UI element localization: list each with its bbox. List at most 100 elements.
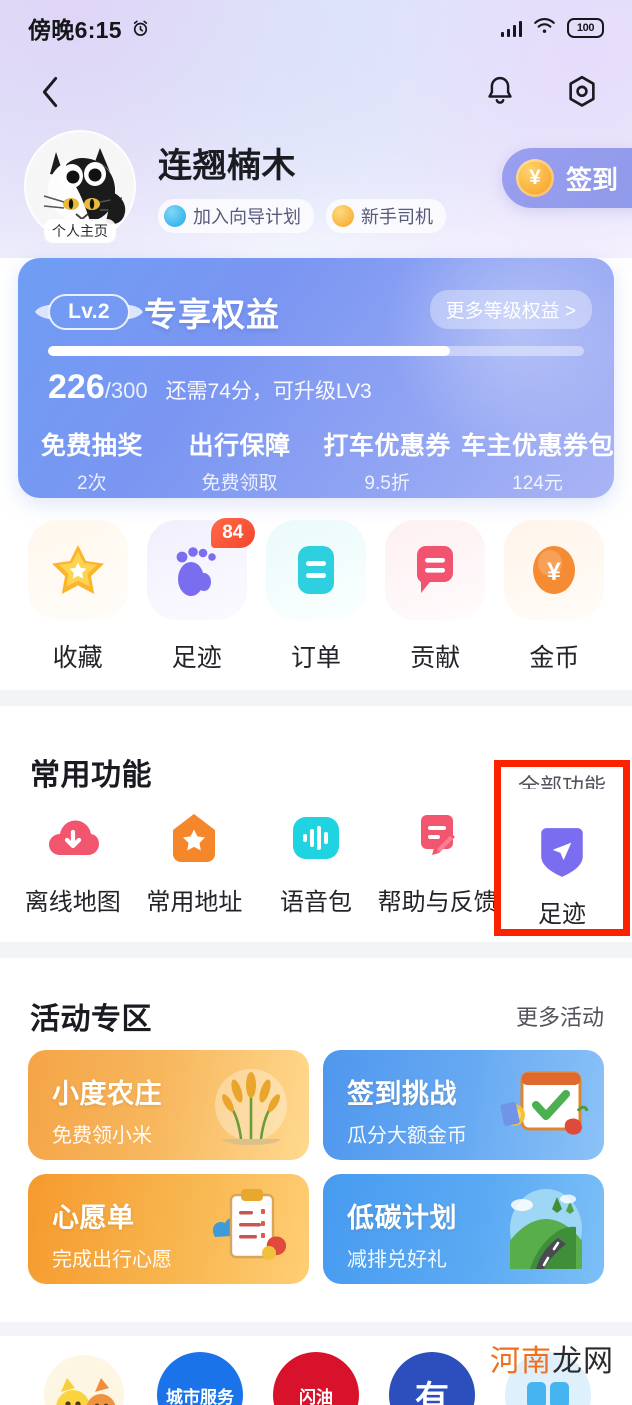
annotation-partial-text: 全部功能 xyxy=(517,774,606,789)
quick-action-orders[interactable]: 订单 xyxy=(256,520,375,674)
badge-label: 新手司机 xyxy=(361,207,433,227)
level-card-title: 专享权益 xyxy=(144,296,280,333)
status-bar-right: 100 xyxy=(500,17,604,40)
cellular-signal-icon xyxy=(500,20,522,37)
activity-header: 活动专区 更多活动 xyxy=(30,994,604,1038)
contribution-bubble-icon xyxy=(385,520,486,620)
benefits-row: 免费抽奖 2次 出行保障 免费领取 打车优惠券 9.5折 车主优惠券包 124元 xyxy=(18,426,614,495)
profile-badges: 加入向导计划 新手司机 xyxy=(158,199,446,233)
navigation-arrow-icon xyxy=(534,825,590,880)
more-level-benefits-link[interactable]: 更多等级权益 > xyxy=(429,290,592,329)
navigation-bar xyxy=(0,56,632,128)
clipboard-icon xyxy=(197,1181,301,1277)
quick-actions-row: 收藏 84 足迹 订单 贡献 ¥ 金币 xyxy=(0,518,632,680)
quick-action-favorites[interactable]: 收藏 xyxy=(18,520,137,674)
bottom-service-you[interactable]: 有 xyxy=(374,1352,490,1405)
activity-card-wishlist[interactable]: 心愿单 完成出行心愿 xyxy=(28,1174,309,1284)
battery-icon: 100 xyxy=(567,18,604,38)
wing-left-icon xyxy=(34,302,52,322)
quick-action-coins[interactable]: ¥ 金币 xyxy=(495,520,614,674)
profile-info: 连翘楠木 加入向导计划 新手司机 xyxy=(158,130,446,233)
level-benefits-card[interactable]: Lv.2 专享权益 更多等级权益 > 226/300 还需74分，可升级LV3 … xyxy=(18,258,614,498)
points-note: 还需74分，可升级LV3 xyxy=(165,380,372,403)
city-service-icon: 城市服务 xyxy=(157,1352,243,1405)
benefit-sub: 9.5折 xyxy=(364,473,410,494)
badge-label: 加入向导计划 xyxy=(193,207,301,227)
quick-action-contribution[interactable]: 贡献 xyxy=(376,520,495,674)
footprint-icon: 84 xyxy=(146,518,255,620)
wing-right-icon xyxy=(126,302,144,322)
activity-card-lowcarbon[interactable]: 低碳计划 减排兑好礼 xyxy=(323,1174,604,1284)
order-document-icon xyxy=(266,520,366,620)
badge-guide-plan[interactable]: 加入向导计划 xyxy=(158,199,314,233)
bottom-service-fuel[interactable]: 闪油 xyxy=(258,1352,374,1405)
status-time: 傍晚6:15 xyxy=(28,17,122,43)
activity-card-checkin[interactable]: 签到挑战 瓜分大额金币 xyxy=(323,1050,604,1160)
quick-action-label: 收藏 xyxy=(52,644,103,672)
section-divider xyxy=(0,690,632,706)
back-button[interactable] xyxy=(30,72,70,112)
watermark-dark: 龙网 xyxy=(552,1345,614,1378)
fuel-icon: 闪油 xyxy=(273,1352,359,1405)
benefit-item[interactable]: 打车优惠券 9.5折 xyxy=(313,426,461,495)
nav-actions xyxy=(480,72,602,112)
benefit-title: 免费抽奖 xyxy=(40,432,143,460)
star-icon xyxy=(27,520,128,620)
benefit-title: 车主优惠券包 xyxy=(460,432,614,460)
footprint-count-badge: 84 xyxy=(210,518,255,548)
quick-action-footprints[interactable]: 84 足迹 xyxy=(137,518,256,674)
you-label: 有 xyxy=(415,1379,449,1405)
bottom-service-cats[interactable] xyxy=(26,1352,142,1405)
section-divider xyxy=(0,1322,632,1336)
coin-yen-icon: ¥ xyxy=(515,159,554,197)
activity-card-farm[interactable]: 小度农庄 免费领小米 xyxy=(28,1050,309,1160)
level-card-header: Lv.2 专享权益 xyxy=(35,288,280,336)
green-road-icon xyxy=(492,1181,596,1277)
level-progress-bar xyxy=(48,346,584,356)
section-title: 活动专区 xyxy=(30,1003,152,1036)
cat-duo-icon xyxy=(41,1352,127,1405)
benefit-sub: 124元 xyxy=(512,473,563,494)
level-badge: Lv.2 xyxy=(35,294,143,330)
benefit-item[interactable]: 车主优惠券包 124元 xyxy=(461,426,614,495)
benefit-item[interactable]: 免费抽奖 2次 xyxy=(18,426,166,495)
bottom-service-city[interactable]: 城市服务 xyxy=(142,1352,258,1405)
app-screen: 傍晚6:15 100 个人主页 连翘楠木 加入向导计划 新手司机 ¥ 签到 Lv… xyxy=(0,0,632,1405)
badge-novice-driver[interactable]: 新手司机 xyxy=(326,199,446,233)
watermark: 河南龙网 xyxy=(490,1336,614,1380)
annotation-content: 全部功能 足迹 xyxy=(501,767,623,929)
function-voice-package[interactable]: 语音包 xyxy=(255,810,377,917)
home-star-icon xyxy=(166,810,222,866)
help-feedback-icon xyxy=(410,810,466,866)
gear-icon[interactable] xyxy=(562,72,602,112)
sign-in-label: 签到 xyxy=(565,164,618,195)
voice-wave-icon xyxy=(288,810,344,866)
username: 连翘楠木 xyxy=(158,147,296,185)
bell-icon[interactable] xyxy=(480,72,520,112)
benefit-sub: 免费领取 xyxy=(201,473,278,494)
activity-section: 活动专区 更多活动 小度农庄 免费领小米 签到挑战 瓜分大额金币 心愿单 完成出… xyxy=(0,958,632,1300)
points-total: /300 xyxy=(104,378,148,403)
fuel-label: 闪油 xyxy=(299,1387,333,1405)
benefit-title: 打车优惠券 xyxy=(323,432,451,460)
cloud-download-icon xyxy=(45,810,101,866)
you-icon: 有 xyxy=(389,1352,475,1405)
quick-action-label: 贡献 xyxy=(410,644,461,672)
wifi-icon xyxy=(533,17,556,40)
level-badge-label: Lv.2 xyxy=(68,300,110,323)
gold-coin-icon: ¥ xyxy=(504,520,605,620)
function-label: 离线地图 xyxy=(24,889,121,916)
annotation-label[interactable]: 足迹 xyxy=(538,894,586,929)
alarm-clock-icon xyxy=(131,19,150,38)
quick-action-label: 足迹 xyxy=(171,644,222,672)
sign-in-button[interactable]: ¥ 签到 xyxy=(501,148,632,208)
function-common-address[interactable]: 常用地址 xyxy=(134,810,256,917)
function-help-feedback[interactable]: 帮助与反馈 xyxy=(377,810,499,917)
quick-action-label: 订单 xyxy=(291,644,342,672)
wheat-icon xyxy=(197,1057,301,1153)
benefit-item[interactable]: 出行保障 免费领取 xyxy=(166,426,314,495)
function-offline-map[interactable]: 离线地图 xyxy=(12,810,134,917)
more-activities-link[interactable]: 更多活动 xyxy=(516,1000,604,1032)
avatar-wrapper[interactable]: 个人主页 xyxy=(24,130,136,243)
benefit-sub: 2次 xyxy=(77,473,107,494)
